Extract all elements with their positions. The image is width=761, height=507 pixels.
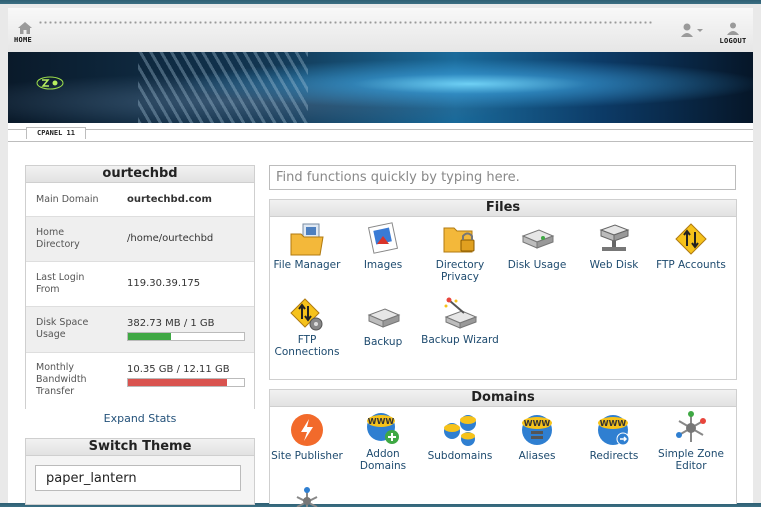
stat-value: 10.35 GB / 12.11 GB <box>127 364 230 375</box>
addon-domains-icon: WWW <box>367 413 399 444</box>
logout-button[interactable]: LOGOUT <box>716 22 750 48</box>
file-manager-icon <box>290 223 324 256</box>
ftp-connections-button[interactable]: FTP Connections <box>268 297 346 358</box>
backup-wizard-icon <box>444 297 478 329</box>
web-disk-button[interactable]: Web Disk <box>575 222 653 271</box>
item-label: FTP Accounts <box>656 259 726 271</box>
logout-label: LOGOUT <box>719 37 747 45</box>
item-label: Redirects <box>589 450 639 462</box>
stat-value: 119.30.39.175 <box>127 278 201 289</box>
stat-label: Home Directory <box>36 227 80 250</box>
simple-zone-editor-icon <box>676 411 706 442</box>
stat-label: Last Login From <box>36 272 85 295</box>
redirects-button[interactable]: WWW Redirects <box>575 413 653 462</box>
switch-theme-panel: Switch Theme paper_lantern <box>25 438 255 505</box>
version-label: CPANEL 11 <box>26 127 86 139</box>
account-name: ourtechbd <box>26 166 254 183</box>
top-bar: HOME LOGOUT <box>8 8 753 53</box>
item-label: Simple Zone Editor <box>658 448 724 472</box>
stat-value: 382.73 MB / 1 GB <box>127 318 215 329</box>
stat-label: Main Domain <box>36 194 99 205</box>
files-title: Files <box>270 200 736 217</box>
user-menu-icon[interactable] <box>680 23 706 37</box>
svg-text:WWW: WWW <box>524 419 551 428</box>
backup-wizard-button[interactable]: Backup Wizard <box>421 297 499 346</box>
item-label: Images <box>363 259 403 271</box>
stat-value: ourtechbd.com <box>127 194 212 205</box>
domains-group: Domains Site Publisher WWW Addon Domains <box>268 389 737 507</box>
stat-row-home-directory: Home Directory /home/ourtechbd <box>26 217 254 262</box>
switch-theme-title: Switch Theme <box>26 439 254 456</box>
logout-icon <box>727 22 739 35</box>
directory-privacy-button[interactable]: Directory Privacy <box>421 222 499 283</box>
stat-row-bandwidth: Monthly Bandwidth Transfer 10.35 GB / 12… <box>26 353 254 409</box>
item-label: Backup <box>363 336 403 348</box>
site-publisher-icon <box>291 414 323 446</box>
stats-panel: ourtechbd Main Domain ourtechbd.com Home… <box>25 165 255 409</box>
header-banner <box>8 52 753 123</box>
cpanel-window: HOME LOGOUT CPANEL 11 ourtechbd Main Dom… <box>8 8 753 507</box>
subdomains-button[interactable]: Subdomains <box>421 413 499 462</box>
bandwidth-bar-fill <box>128 379 228 386</box>
ftp-accounts-icon <box>675 223 707 255</box>
home-button[interactable]: HOME <box>14 22 44 48</box>
disk-usage-bar-fill <box>128 333 172 340</box>
more-domains-tool-button[interactable] <box>268 487 346 507</box>
item-label: File Manager <box>273 259 341 271</box>
ftp-accounts-button[interactable]: FTP Accounts <box>652 222 730 271</box>
version-bar: CPANEL 11 <box>8 123 753 142</box>
svg-text:WWW: WWW <box>600 419 627 428</box>
version-divider <box>8 129 753 130</box>
svg-text:WWW: WWW <box>368 417 395 426</box>
disk-usage-icon <box>521 229 555 249</box>
directory-privacy-icon <box>443 227 475 253</box>
files-group: Files File Manager Images Directory Priv… <box>269 199 737 380</box>
domains-title: Domains <box>270 390 736 407</box>
site-publisher-button[interactable]: Site Publisher <box>268 413 346 462</box>
item-label: Site Publisher <box>271 450 343 462</box>
network-tool-icon <box>296 487 318 507</box>
stat-label: Monthly Bandwidth Transfer <box>36 362 87 397</box>
item-label: FTP Connections <box>274 334 340 358</box>
stat-value: /home/ourtechbd <box>127 233 214 244</box>
backup-button[interactable]: Backup <box>344 303 422 348</box>
redirects-icon: WWW <box>598 415 630 446</box>
disk-usage-bar <box>127 332 245 341</box>
item-label: Web Disk <box>589 259 639 271</box>
expand-stats-link[interactable]: Expand Stats <box>25 412 255 425</box>
stat-row-last-login: Last Login From 119.30.39.175 <box>26 262 254 307</box>
aliases-button[interactable]: WWW Aliases <box>498 413 576 462</box>
item-label: Backup Wizard <box>421 334 499 346</box>
web-disk-icon <box>599 224 630 251</box>
images-button[interactable]: Images <box>344 222 422 271</box>
home-label: HOME <box>14 36 33 44</box>
stats-rows: Main Domain ourtechbd.com Home Directory… <box>26 183 254 409</box>
bandwidth-bar <box>127 378 245 387</box>
item-label: Aliases <box>518 450 556 462</box>
file-manager-button[interactable]: File Manager <box>268 222 346 271</box>
stat-label: Disk Space Usage <box>36 317 89 340</box>
images-icon <box>367 222 399 254</box>
item-label: Directory Privacy <box>435 259 485 283</box>
ftp-connections-icon <box>290 298 323 331</box>
item-label: Subdomains <box>427 450 493 462</box>
top-bar-dots <box>38 21 653 24</box>
item-label: Disk Usage <box>507 259 567 271</box>
item-label: Addon Domains <box>359 448 407 472</box>
stat-row-disk-space: Disk Space Usage 382.73 MB / 1 GB <box>26 307 254 353</box>
disk-usage-button[interactable]: Disk Usage <box>498 222 576 271</box>
subdomains-icon <box>444 415 476 446</box>
home-icon <box>18 22 32 34</box>
stat-row-main-domain: Main Domain ourtechbd.com <box>26 183 254 217</box>
site-logo-icon <box>36 76 64 90</box>
addon-domains-button[interactable]: WWW Addon Domains <box>344 411 422 472</box>
function-search-input[interactable]: Find functions quickly by typing here. <box>269 165 736 190</box>
theme-select[interactable]: paper_lantern <box>35 465 241 491</box>
backup-icon <box>367 308 401 328</box>
simple-zone-editor-button[interactable]: Simple Zone Editor <box>652 411 730 472</box>
aliases-icon: WWW <box>522 415 552 445</box>
banner-cables <box>138 52 308 123</box>
